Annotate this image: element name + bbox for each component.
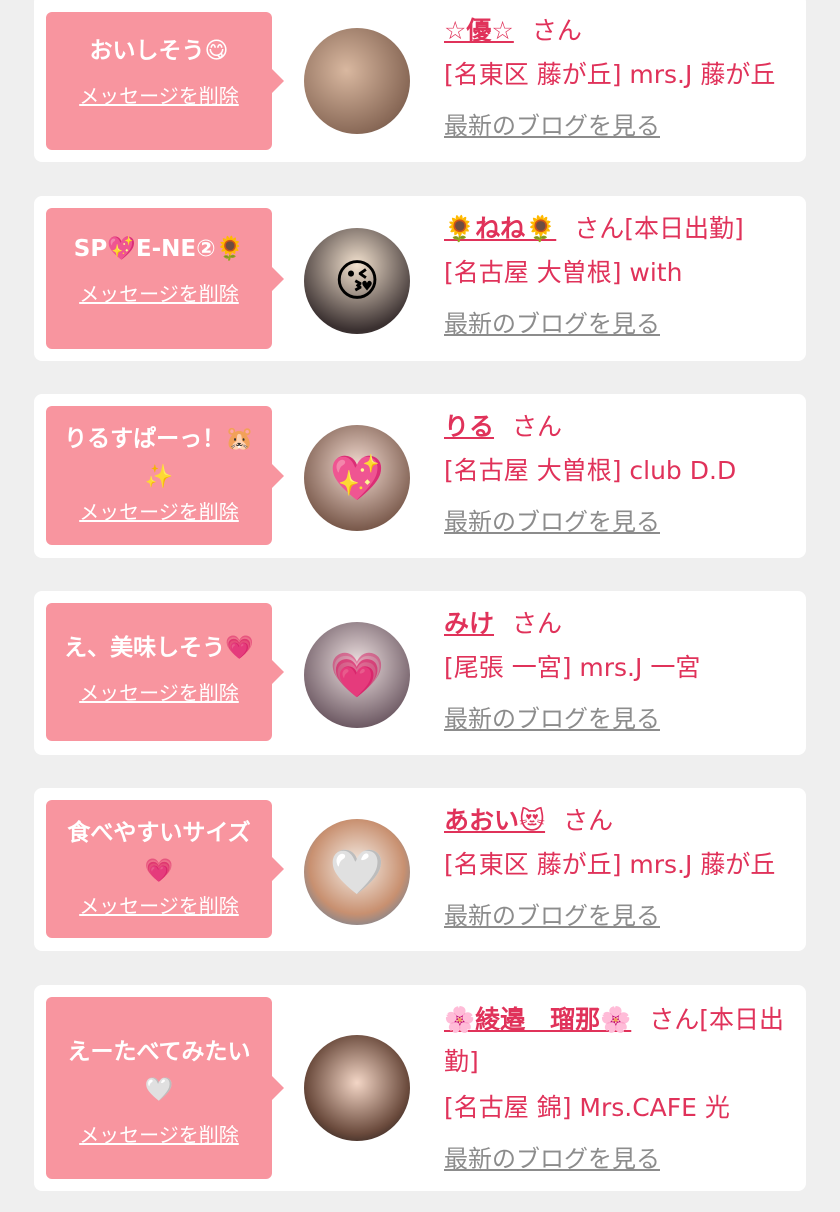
message-text: えーたべてみたい🤍: [67, 1039, 251, 1103]
sender-name-link[interactable]: りる: [444, 412, 494, 441]
white-heart-sticker-icon: 🤍: [329, 847, 385, 898]
message-bubble: えーたべてみたい🤍 メッセージを削除: [46, 997, 284, 1179]
sender-info: みけ さん [尾張 一宮] mrs.J 一宮 最新のブログを見る: [444, 605, 794, 734]
avatar[interactable]: 🤍: [304, 819, 410, 925]
honorific: さん: [531, 16, 582, 45]
message-text: SP💖E-NE②🌻: [73, 236, 245, 262]
heart-sticker-icon: 💗: [329, 650, 385, 701]
message-card: りるすぱーっ！🐹✨ メッセージを削除 💖 りる さん [名古屋 大曽根] club…: [34, 394, 806, 558]
sender-info: ☆優☆ さん [名東区 藤が丘] mrs.J 藤が丘 最新のブログを見る: [444, 12, 794, 141]
honorific: さん: [574, 214, 625, 243]
sender-info: 🌻ねね🌻 さん[本日出勤] [名古屋 大曽根] with 最新のブログを見る: [444, 210, 794, 339]
status-badge: [本日出勤]: [624, 214, 744, 243]
message-card: 食べやすいサイズ💗 メッセージを削除 🤍 あおい😻 さん [名東区 藤が丘] mr…: [34, 788, 806, 951]
delete-message-link[interactable]: メッセージを削除: [46, 1119, 272, 1148]
latest-blog-link[interactable]: 最新のブログを見る: [444, 304, 660, 339]
message-card: えーたべてみたい🤍 メッセージを削除 🌸綾邉 瑠那🌸 さん[本日出勤] [名古屋 …: [34, 985, 806, 1191]
message-text: 食べやすいサイズ💗: [67, 820, 251, 884]
avatar[interactable]: 💗: [304, 622, 410, 728]
message-card: おいしそう😋 メッセージを削除 ☆優☆ さん [名東区 藤が丘] mrs.J 藤が…: [34, 0, 806, 162]
sender-info: りる さん [名古屋 大曽根] club D.D 最新のブログを見る: [444, 408, 794, 537]
message-bubble: SP💖E-NE②🌻 メッセージを削除: [46, 208, 284, 349]
message-bubble: え、美味しそう💗 メッセージを削除: [46, 603, 284, 741]
sender-name-link[interactable]: 🌸綾邉 瑠那🌸: [444, 1005, 631, 1034]
latest-blog-link[interactable]: 最新のブログを見る: [444, 106, 660, 141]
avatar[interactable]: 💖: [304, 425, 410, 531]
sender-name-link[interactable]: みけ: [444, 609, 494, 638]
avatar[interactable]: [304, 28, 410, 134]
shop-location: [名古屋 大曽根] with: [444, 258, 683, 287]
shop-location: [尾張 一宮] mrs.J 一宮: [444, 653, 701, 682]
message-list: おいしそう😋 メッセージを削除 ☆優☆ さん [名東区 藤が丘] mrs.J 藤が…: [0, 0, 840, 1212]
honorific: さん: [563, 806, 614, 835]
heart-sticker-icon: 💖: [329, 453, 385, 504]
message-bubble: りるすぱーっ！🐹✨ メッセージを削除: [46, 406, 284, 545]
delete-message-link[interactable]: メッセージを削除: [46, 890, 272, 919]
shop-location: [名東区 藤が丘] mrs.J 藤が丘: [444, 60, 776, 89]
delete-message-link[interactable]: メッセージを削除: [46, 496, 272, 525]
honorific: さん: [512, 609, 563, 638]
message-card: え、美味しそう💗 メッセージを削除 💗 みけ さん [尾張 一宮] mrs.J 一…: [34, 591, 806, 755]
avatar[interactable]: 😘: [304, 228, 410, 334]
kiss-emoji-icon: 😘: [334, 255, 380, 307]
sender-info: あおい😻 さん [名東区 藤が丘] mrs.J 藤が丘 最新のブログを見る: [444, 802, 794, 931]
latest-blog-link[interactable]: 最新のブログを見る: [444, 502, 660, 537]
delete-message-link[interactable]: メッセージを削除: [46, 80, 272, 109]
avatar[interactable]: [304, 1035, 410, 1141]
message-text: え、美味しそう💗: [64, 635, 254, 661]
shop-location: [名古屋 大曽根] club D.D: [444, 456, 737, 485]
honorific: さん: [512, 412, 563, 441]
latest-blog-link[interactable]: 最新のブログを見る: [444, 896, 660, 931]
message-text: りるすぱーっ！🐹✨: [64, 426, 254, 490]
message-bubble: 食べやすいサイズ💗 メッセージを削除: [46, 800, 284, 938]
shop-location: [名東区 藤が丘] mrs.J 藤が丘: [444, 850, 776, 879]
message-bubble: おいしそう😋 メッセージを削除: [46, 12, 284, 150]
sender-name-link[interactable]: あおい😻: [444, 806, 545, 835]
message-text: おいしそう😋: [89, 38, 229, 64]
latest-blog-link[interactable]: 最新のブログを見る: [444, 699, 660, 734]
sender-info: 🌸綾邉 瑠那🌸 さん[本日出勤] [名古屋 錦] Mrs.CAFE 光 最新のブロ…: [444, 999, 794, 1174]
latest-blog-link[interactable]: 最新のブログを見る: [444, 1139, 660, 1174]
message-card: SP💖E-NE②🌻 メッセージを削除 😘 🌻ねね🌻 さん[本日出勤] [名古屋 大…: [34, 196, 806, 361]
delete-message-link[interactable]: メッセージを削除: [46, 278, 272, 307]
sender-name-link[interactable]: 🌻ねね🌻: [444, 214, 556, 243]
delete-message-link[interactable]: メッセージを削除: [46, 677, 272, 706]
honorific: さん: [649, 1005, 700, 1034]
sender-name-link[interactable]: ☆優☆: [444, 16, 514, 45]
shop-location: [名古屋 錦] Mrs.CAFE 光: [444, 1093, 730, 1122]
